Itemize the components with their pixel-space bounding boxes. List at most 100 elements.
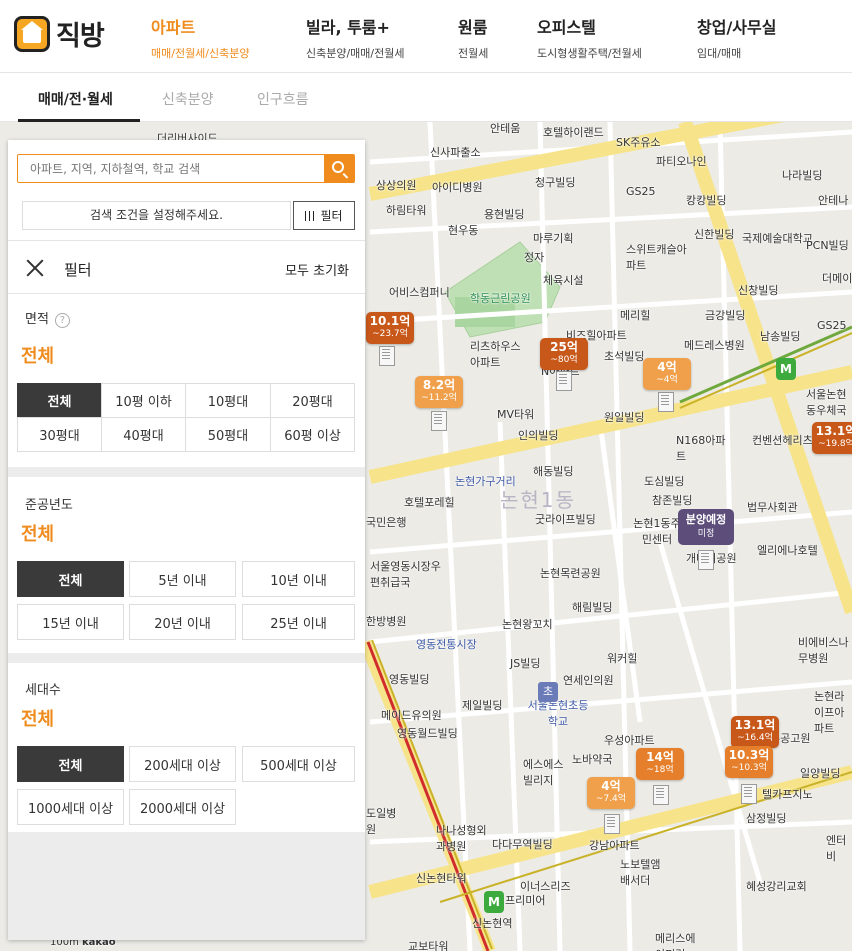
built-year-option[interactable]: 10년 이내 (242, 561, 355, 597)
area-option[interactable]: 전체 (17, 383, 102, 418)
apartment-building-icon (695, 548, 717, 570)
area-option[interactable]: 10평대 (185, 383, 271, 418)
presale-marker[interactable]: 분양예정미정 (678, 509, 734, 545)
area-option[interactable]: 60평 이상 (270, 417, 355, 452)
tab-new-sale[interactable]: 신축분양 (162, 89, 214, 109)
search-input[interactable] (18, 155, 324, 182)
price-marker[interactable]: 10.3억 ~10.3억 (725, 746, 773, 778)
filter-button[interactable]: 필터 (293, 201, 355, 230)
map-label: 금강빌딩 (705, 309, 746, 322)
households-option[interactable]: 500세대 이상 (242, 746, 355, 782)
price-marker[interactable]: 10.1억 ~23.7억 (366, 312, 414, 344)
map-label: 혜성강리교회 (746, 880, 807, 893)
map-label: 노보텔앰배서더 (620, 858, 661, 887)
price-main: 13.1억 (815, 424, 852, 438)
map-label: 영동빌딩 (389, 673, 430, 686)
map-label: 한방병원 (366, 615, 407, 628)
map-label: 현우동 (448, 224, 479, 237)
price-marker[interactable]: 4억 ~4억 (643, 358, 691, 390)
map-label: 청구빌딩 (535, 176, 576, 189)
households-option[interactable]: 1000세대 이상 (17, 789, 124, 825)
price-range: ~23.7억 (372, 329, 408, 339)
nav-title: 아파트 (151, 18, 196, 37)
households-option[interactable]: 전체 (17, 746, 124, 782)
map-label: 호텔포레힐 (404, 496, 455, 509)
search-box (17, 154, 355, 183)
nav-title: 창업/사무실 (697, 18, 777, 37)
subway-station-icon[interactable]: M (484, 891, 504, 913)
price-marker[interactable]: 4억 ~7.4억 (587, 777, 635, 809)
help-icon[interactable]: ? (54, 313, 70, 328)
map-label: 해림빌딩 (572, 601, 613, 614)
map-label: 도심빌딩 (644, 475, 685, 488)
apartment-building-icon (553, 369, 575, 391)
map-label: 메이드유의원 (381, 709, 442, 722)
price-range: ~7.4억 (595, 794, 627, 804)
presale-label: 분양예정 (685, 513, 727, 526)
subway-station-icon[interactable]: M (776, 358, 796, 380)
search-button[interactable] (324, 155, 354, 182)
map-label: 노바약국 (572, 753, 613, 766)
price-marker[interactable]: 13.1억 ~19.8억 (812, 422, 852, 454)
built-year-option[interactable]: 5년 이내 (129, 561, 236, 597)
map-label: 학동근린공원 (470, 292, 531, 305)
nav-subtitle: 전월세 (458, 47, 489, 60)
condition-summary[interactable]: 검색 조건을 설정해주세요. (22, 201, 291, 230)
tab-population[interactable]: 인구흐름 (257, 89, 309, 109)
school-icon: 초 (538, 682, 558, 702)
map-label: 도일병원 (366, 807, 397, 836)
area-option[interactable]: 10평 이하 (101, 383, 186, 418)
price-main: 8.2억 (422, 378, 456, 392)
area-option[interactable]: 30평대 (17, 417, 102, 452)
nav-office[interactable]: 창업/사무실 임대/매매 (697, 14, 776, 61)
area-option[interactable]: 20평대 (270, 383, 355, 418)
map-label: 논현1동주민센터 (633, 517, 681, 546)
price-marker[interactable]: 8.2억 ~11.2억 (415, 376, 463, 408)
presale-sub: 미정 (697, 529, 715, 539)
map-label: 나라빌딩 (782, 169, 823, 182)
nav-apartment[interactable]: 아파트 매매/전월세/신축분양 (151, 14, 250, 61)
map-label: 텔카프지노 (762, 788, 813, 801)
nav-subtitle: 임대/매매 (697, 47, 742, 60)
nav-officetel[interactable]: 오피스텔 도시형생활주택/전월세 (537, 14, 642, 61)
area-option[interactable]: 50평대 (185, 417, 271, 452)
map-label: 메드레스병원 (684, 339, 745, 352)
nav-subtitle: 도시형생활주택/전월세 (537, 47, 642, 60)
nav-subtitle: 매매/전월세/신축분양 (151, 47, 250, 60)
apartment-building-icon (428, 409, 450, 431)
panel-footer-space (8, 832, 365, 940)
price-main: 25억 (550, 340, 578, 354)
map-label: 서울논현초등학교 (527, 699, 589, 728)
nav-oneroom[interactable]: 원룸 전월세 (458, 14, 488, 61)
apartment-building-icon (738, 782, 760, 804)
area-option[interactable]: 40평대 (101, 417, 186, 452)
nav-villa[interactable]: 빌라, 투룸+ 신축분양/매매/전월세 (306, 14, 405, 61)
close-icon[interactable] (24, 257, 46, 279)
map-label: MV타워 (497, 408, 535, 421)
map-label: 교보타워 (408, 940, 449, 951)
map-label: SK주유소 (616, 136, 661, 149)
map-label: 아이디병원 (432, 181, 483, 194)
reset-all-button[interactable]: 모두 초기화 (285, 260, 349, 279)
built-year-value: 전체 (21, 524, 55, 545)
built-year-option[interactable]: 20년 이내 (129, 604, 236, 640)
nav-title: 원룸 (458, 18, 488, 37)
map-label: 연세인의원 (563, 674, 614, 687)
built-year-option[interactable]: 15년 이내 (17, 604, 124, 640)
price-marker[interactable]: 13.1억 ~16.4억 (731, 716, 779, 748)
price-range: ~4억 (656, 375, 678, 385)
apartment-building-icon (601, 812, 623, 834)
tab-trade-rent[interactable]: 매매/전·월세 (38, 89, 113, 109)
households-option[interactable]: 2000세대 이상 (129, 789, 236, 825)
price-marker[interactable]: 14억 ~18억 (636, 748, 684, 780)
map-label: 원일빌딩 (604, 411, 645, 424)
map-label: 안테나 (818, 194, 849, 207)
map-label: 신사파출소 (430, 146, 481, 159)
households-option[interactable]: 200세대 이상 (129, 746, 236, 782)
built-year-option[interactable]: 25년 이내 (242, 604, 355, 640)
built-year-option[interactable]: 전체 (17, 561, 124, 597)
zigbang-logo[interactable]: 직방 (14, 14, 105, 53)
price-marker[interactable]: 25억 ~80억 (540, 338, 588, 370)
apartment-building-icon (655, 390, 677, 412)
map-label: 영동전통시장 (416, 638, 477, 651)
